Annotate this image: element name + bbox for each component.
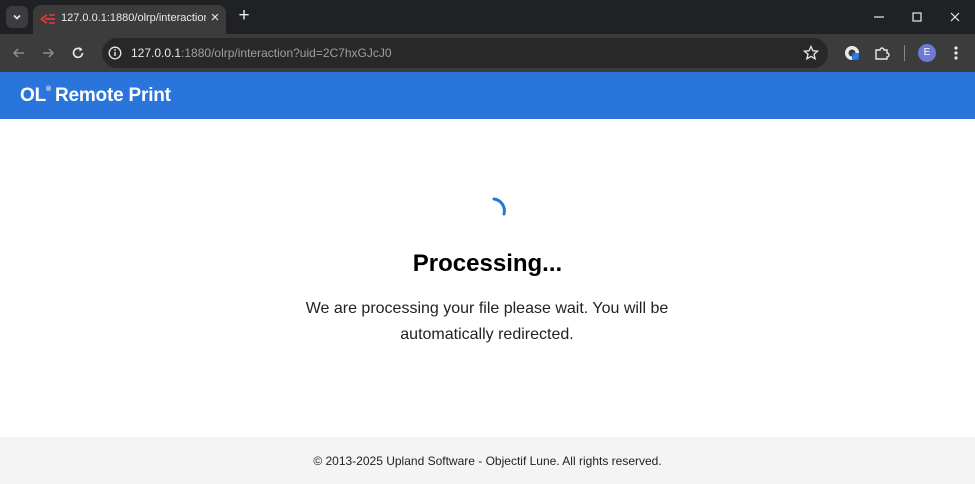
url-text[interactable]: 127.0.0.1:1880/olrp/interaction?uid=2C7h… <box>131 46 392 60</box>
extension-icon[interactable] <box>843 44 861 62</box>
tab-strip: 127.0.0.1:1880/olrp/interaction? × + <box>0 0 975 34</box>
app-header: OL® Remote Print <box>0 72 975 119</box>
profile-avatar[interactable]: E <box>918 44 936 62</box>
main-content: Processing... We are processing your fil… <box>0 119 975 437</box>
reload-icon[interactable] <box>69 44 87 62</box>
star-icon[interactable] <box>802 44 820 62</box>
maximize-icon[interactable] <box>908 8 926 26</box>
status-message: We are processing your file please wait.… <box>305 300 669 343</box>
minimize-icon[interactable] <box>870 8 888 26</box>
new-tab-button[interactable]: + <box>236 6 252 25</box>
browser-toolbar: 127.0.0.1:1880/olrp/interaction?uid=2C7h… <box>0 34 975 72</box>
tab-search-button[interactable] <box>6 6 28 28</box>
logo-mark: ® <box>46 86 51 93</box>
spinner-icon <box>492 197 506 216</box>
browser-tab[interactable]: 127.0.0.1:1880/olrp/interaction? × <box>33 5 226 34</box>
chevron-down-icon <box>13 14 21 20</box>
window-close-icon[interactable] <box>946 8 964 26</box>
url-host: 127.0.0.1 <box>131 46 182 60</box>
favicon-icon <box>40 14 55 24</box>
url-path: :1880/olrp/interaction?uid=2C7hxGJcJ0 <box>181 46 392 60</box>
logo-prefix: OL <box>20 85 46 106</box>
puzzle-icon[interactable] <box>873 44 891 62</box>
tab-title: 127.0.0.1:1880/olrp/interaction? <box>61 12 206 24</box>
app-logo[interactable]: OL® Remote Print <box>20 85 171 107</box>
logo-name: Remote Print <box>54 85 171 106</box>
forward-icon[interactable] <box>39 44 57 62</box>
toolbar-divider <box>904 45 905 61</box>
back-icon[interactable] <box>10 44 28 62</box>
site-info-icon[interactable] <box>108 46 122 60</box>
copyright-text: © 2013-2025 Upland Software - Objectif L… <box>313 454 662 468</box>
address-bar[interactable]: 127.0.0.1:1880/olrp/interaction?uid=2C7h… <box>102 38 828 68</box>
kebab-menu-icon[interactable] <box>950 44 962 62</box>
page-title: Processing... <box>412 250 563 277</box>
close-icon[interactable]: × <box>208 10 222 26</box>
page-footer: © 2013-2025 Upland Software - Objectif L… <box>0 437 975 484</box>
